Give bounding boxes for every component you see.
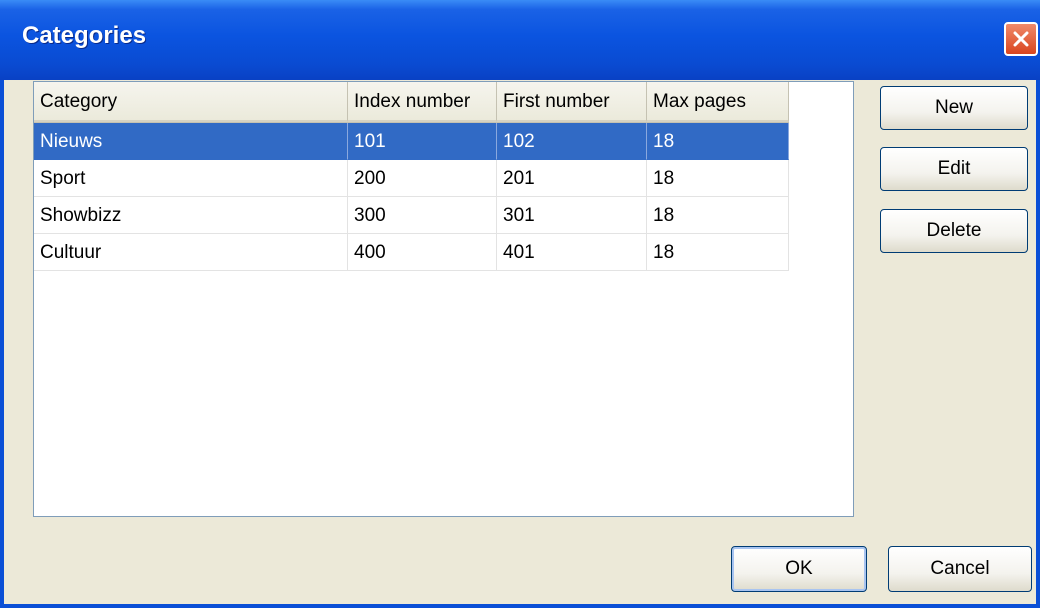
delete-button[interactable]: Delete — [880, 209, 1028, 253]
cell-max-pages: 18 — [647, 234, 789, 271]
table-row[interactable]: Nieuws 101 102 18 — [34, 123, 789, 160]
categories-dialog: Categories Category Index number First n… — [0, 0, 1040, 608]
window-title: Categories — [22, 22, 147, 49]
table-row[interactable]: Showbizz 300 301 18 — [34, 197, 789, 234]
cell-max-pages: 18 — [647, 160, 789, 197]
column-header-first-number[interactable]: First number — [497, 82, 647, 122]
cell-first-number: 201 — [497, 160, 647, 197]
cell-category: Showbizz — [34, 197, 348, 234]
cell-first-number: 301 — [497, 197, 647, 234]
cell-index-number: 200 — [348, 160, 497, 197]
categories-list[interactable]: Category Index number First number Max p… — [33, 81, 854, 517]
cell-index-number: 101 — [348, 123, 497, 160]
cell-category: Cultuur — [34, 234, 348, 271]
new-button[interactable]: New — [880, 86, 1028, 130]
edit-button[interactable]: Edit — [880, 147, 1028, 191]
ok-button[interactable]: OK — [731, 546, 867, 592]
cell-max-pages: 18 — [647, 197, 789, 234]
column-header-category[interactable]: Category — [34, 82, 348, 122]
list-rows: Nieuws 101 102 18 Sport 200 201 18 Showb… — [34, 123, 789, 271]
cell-index-number: 300 — [348, 197, 497, 234]
column-header-max-pages[interactable]: Max pages — [647, 82, 789, 122]
table-row[interactable]: Sport 200 201 18 — [34, 160, 789, 197]
close-button[interactable] — [1004, 22, 1038, 56]
table-row[interactable]: Cultuur 400 401 18 — [34, 234, 789, 271]
list-header: Category Index number First number Max p… — [34, 82, 789, 123]
title-bar[interactable]: Categories — [0, 0, 1040, 80]
cell-index-number: 400 — [348, 234, 497, 271]
column-header-index-number[interactable]: Index number — [348, 82, 497, 122]
cell-first-number: 401 — [497, 234, 647, 271]
close-icon — [1013, 31, 1029, 47]
cell-category: Nieuws — [34, 123, 348, 160]
cell-max-pages: 18 — [647, 123, 789, 160]
cell-first-number: 102 — [497, 123, 647, 160]
cell-category: Sport — [34, 160, 348, 197]
cancel-button[interactable]: Cancel — [888, 546, 1032, 592]
